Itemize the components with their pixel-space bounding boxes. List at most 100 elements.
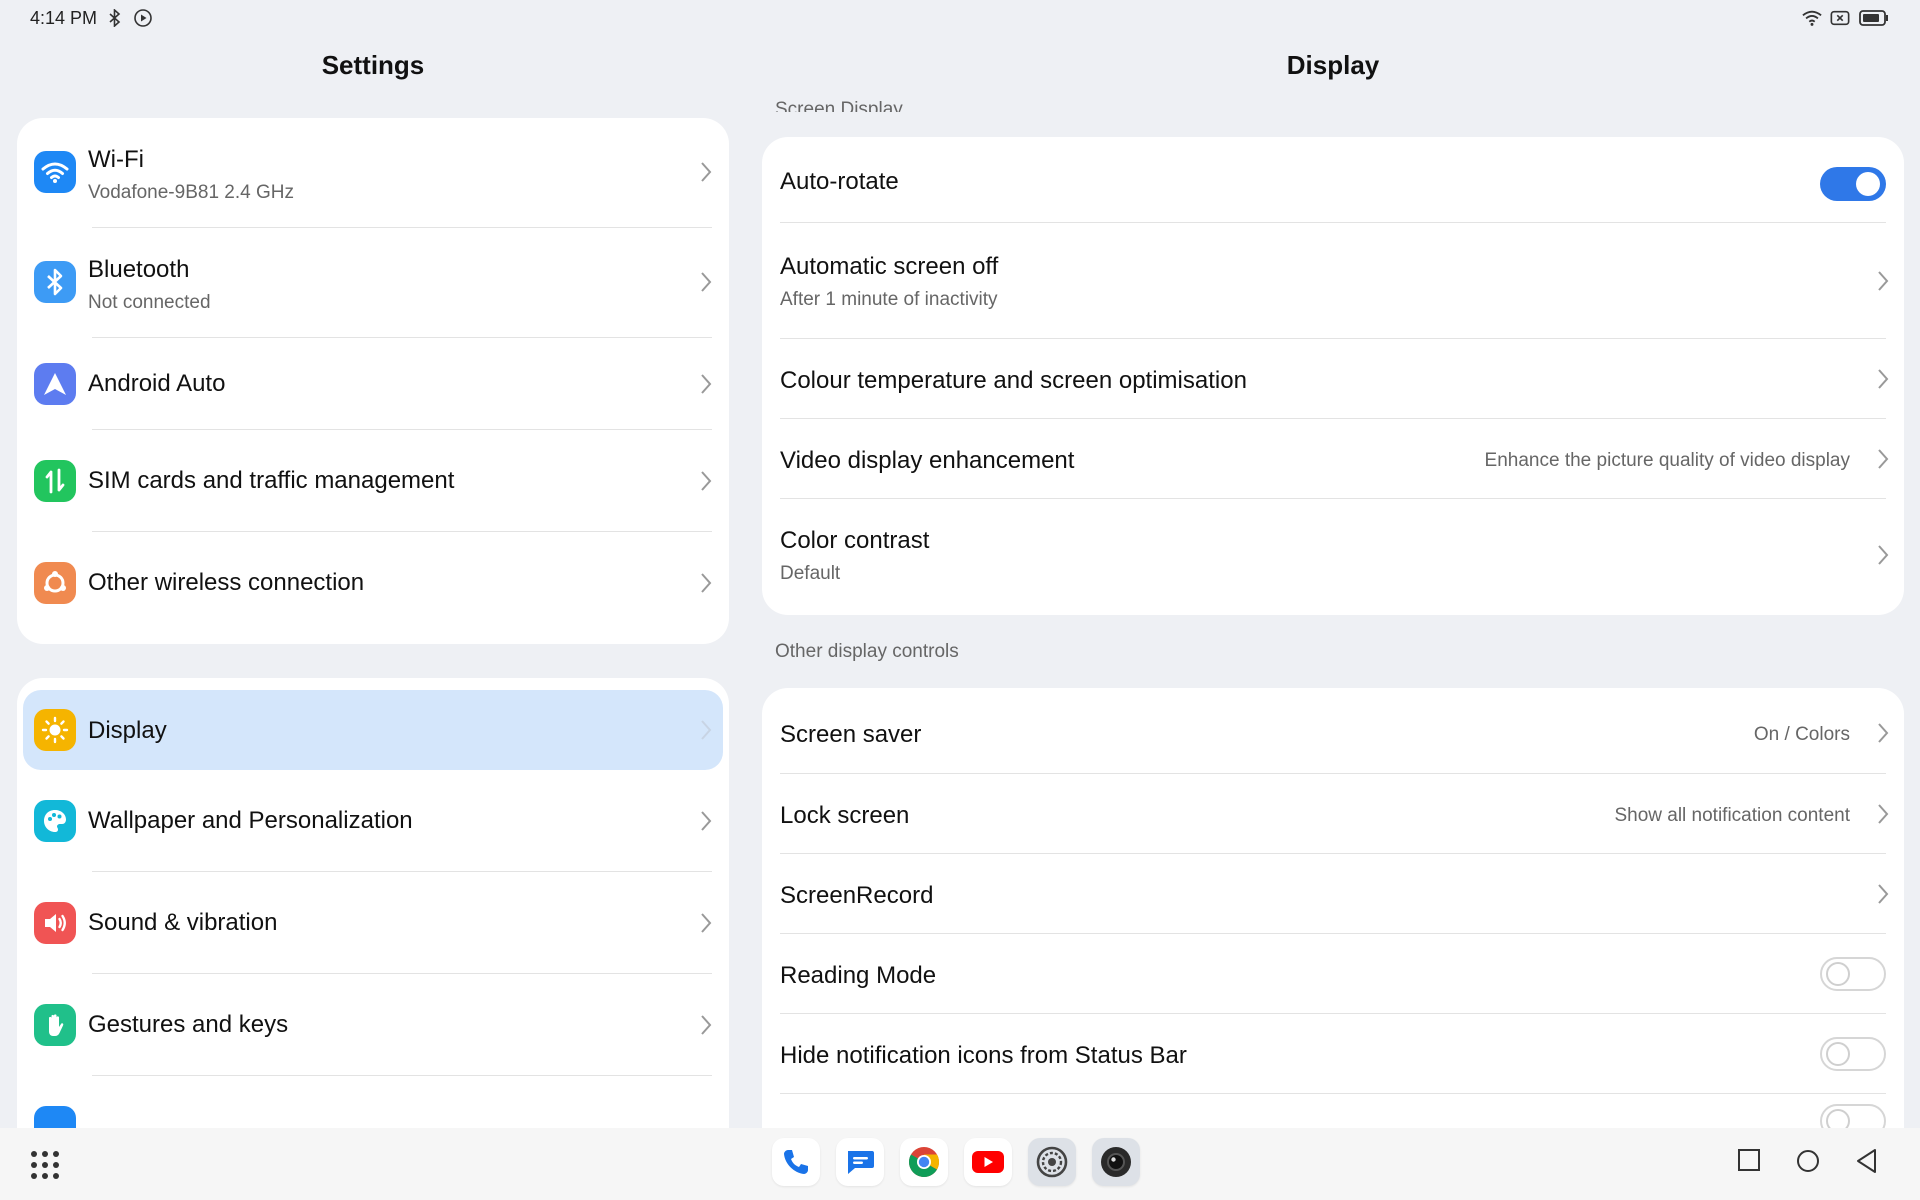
camera-icon[interactable] <box>1092 1138 1140 1186</box>
settings-item-android-auto[interactable]: Android Auto <box>17 338 729 430</box>
android-auto-label: Android Auto <box>88 370 226 397</box>
display-label: Display <box>88 717 167 744</box>
status-time: 4:14 PM <box>30 7 98 28</box>
chevron-right-icon <box>1876 721 1890 750</box>
setting-lock-screen[interactable]: Lock screen Show all notification conten… <box>762 774 1904 854</box>
app-dock <box>772 1138 1140 1186</box>
status-bar: 4:14 PM <box>0 0 1920 36</box>
youtube-icon[interactable] <box>964 1138 1012 1186</box>
display-group-other: Screen saver On / Colors Lock screen Sho… <box>762 688 1904 1200</box>
settings-item-sim-cards[interactable]: SIM cards and traffic management <box>17 430 729 532</box>
gestures-label: Gestures and keys <box>88 1011 289 1038</box>
settings-item-other-wireless[interactable]: Other wireless connection <box>17 532 729 636</box>
bluetooth-icon <box>34 261 76 303</box>
wireless-icon <box>34 562 76 604</box>
setting-automatic-screen-off[interactable]: Automatic screen off After 1 minute of i… <box>762 223 1904 339</box>
setting-hide-notification-icons[interactable]: Hide notification icons from Status Bar <box>762 1014 1904 1094</box>
display-icon <box>34 709 76 751</box>
settings-group-connectivity: Wi-Fi Vodafone-9B81 2.4 GHz Bluetooth No… <box>17 118 729 644</box>
setting-screenrecord[interactable]: ScreenRecord <box>762 854 1904 934</box>
sim-cards-label: SIM cards and traffic management <box>88 467 455 494</box>
back-button[interactable] <box>1855 1148 1879 1179</box>
chevron-right-icon <box>1876 882 1890 911</box>
settings-title: Settings <box>321 50 425 80</box>
settings-item-display[interactable]: Display <box>17 690 729 770</box>
auto-rotate-toggle[interactable] <box>1820 167 1886 201</box>
chevron-right-icon <box>699 469 713 498</box>
screenrecord-label: ScreenRecord <box>780 882 934 909</box>
wifi-status-icon <box>1802 8 1822 28</box>
color-contrast-value: Default <box>780 563 841 584</box>
bluetooth-label: Bluetooth <box>88 256 190 283</box>
gesture-icon <box>34 1004 76 1046</box>
sound-label: Sound & vibration <box>88 909 278 936</box>
sound-icon <box>34 902 76 944</box>
navigation-bar <box>0 1128 1920 1200</box>
play-status-icon <box>133 8 153 28</box>
chevron-right-icon <box>1876 367 1890 396</box>
hide-notification-icons-toggle[interactable] <box>1820 1037 1886 1071</box>
settings-icon[interactable] <box>1028 1138 1076 1186</box>
lock-screen-value: Show all notification content <box>1614 805 1850 826</box>
chevron-right-icon <box>699 571 713 600</box>
video-display-enhancement-value: Enhance the picture quality of video dis… <box>1484 450 1850 471</box>
bluetooth-status: Not connected <box>88 292 211 313</box>
hide-notification-icons-label: Hide notification icons from Status Bar <box>780 1042 1187 1069</box>
wallpaper-label: Wallpaper and Personalization <box>88 807 413 834</box>
screen-saver-value: On / Colors <box>1753 724 1850 745</box>
chevron-right-icon <box>699 718 713 747</box>
android-auto-icon <box>34 363 76 405</box>
messages-icon[interactable] <box>836 1138 884 1186</box>
chevron-right-icon <box>699 372 713 401</box>
reading-mode-label: Reading Mode <box>780 962 937 989</box>
settings-item-gestures[interactable]: Gestures and keys <box>17 974 729 1076</box>
section-label-other-display-controls: Other display controls <box>775 641 959 662</box>
chevron-right-icon <box>1876 447 1890 476</box>
settings-item-wifi[interactable]: Wi-Fi Vodafone-9B81 2.4 GHz <box>17 118 729 228</box>
wifi-icon <box>34 151 76 193</box>
setting-reading-mode[interactable]: Reading Mode <box>762 934 1904 1014</box>
color-contrast-label: Color contrast <box>780 527 930 554</box>
setting-colour-temperature[interactable]: Colour temperature and screen optimisati… <box>762 339 1904 419</box>
chrome-icon[interactable] <box>900 1138 948 1186</box>
lock-screen-label: Lock screen <box>780 802 910 829</box>
chevron-right-icon <box>699 809 713 838</box>
setting-color-contrast[interactable]: Color contrast Default <box>762 499 1904 615</box>
chevron-right-icon <box>1876 543 1890 572</box>
chevron-right-icon <box>699 911 713 940</box>
screen-saver-label: Screen saver <box>780 721 922 748</box>
wifi-network-name: Vodafone-9B81 2.4 GHz <box>88 182 294 203</box>
app-drawer-icon[interactable] <box>30 1150 60 1185</box>
settings-item-wallpaper[interactable]: Wallpaper and Personalization <box>17 770 729 872</box>
chevron-right-icon <box>1876 269 1890 298</box>
home-button[interactable] <box>1795 1148 1821 1179</box>
sim-icon <box>34 460 76 502</box>
automatic-screen-off-value: After 1 minute of inactivity <box>780 289 998 310</box>
battery-icon <box>1858 8 1890 28</box>
section-label-screen-display: Screen Display <box>775 99 903 112</box>
auto-rotate-label: Auto-rotate <box>780 168 899 195</box>
reading-mode-toggle[interactable] <box>1820 957 1886 991</box>
chevron-right-icon <box>699 270 713 299</box>
video-display-enhancement-label: Video display enhancement <box>780 447 1075 474</box>
chevron-right-icon <box>699 1013 713 1042</box>
settings-item-sound[interactable]: Sound & vibration <box>17 872 729 974</box>
phone-icon[interactable] <box>772 1138 820 1186</box>
recents-button[interactable] <box>1737 1148 1761 1177</box>
display-title: Display <box>1286 50 1380 80</box>
setting-auto-rotate[interactable]: Auto-rotate <box>762 137 1904 223</box>
settings-item-bluetooth[interactable]: Bluetooth Not connected <box>17 228 729 338</box>
wifi-label: Wi-Fi <box>88 146 144 173</box>
colour-temperature-label: Colour temperature and screen optimisati… <box>780 367 1247 394</box>
setting-screen-saver[interactable]: Screen saver On / Colors <box>762 688 1904 774</box>
other-wireless-label: Other wireless connection <box>88 569 365 596</box>
automatic-screen-off-label: Automatic screen off <box>780 253 999 280</box>
setting-video-display-enhancement[interactable]: Video display enhancement Enhance the pi… <box>762 419 1904 499</box>
settings-group-device: Display Wallpaper and Personalization So… <box>17 678 729 1200</box>
bluetooth-status-icon <box>105 8 125 28</box>
chevron-right-icon <box>1876 802 1890 831</box>
display-group-screen: Auto-rotate Automatic screen off After 1… <box>762 137 1904 615</box>
palette-icon <box>34 800 76 842</box>
chevron-right-icon <box>699 160 713 189</box>
sim-status-icon <box>1830 8 1850 28</box>
